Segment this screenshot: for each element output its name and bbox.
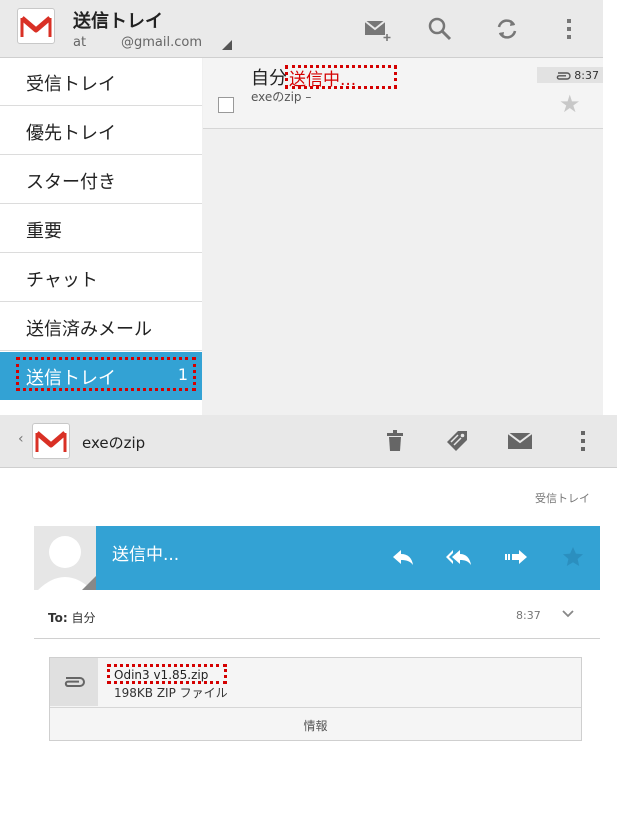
reply-all-icon[interactable] <box>442 540 476 574</box>
message-subject: exeのzip <box>82 434 146 452</box>
highlight-annotation <box>107 664 227 684</box>
message-time-badge: 8:37 <box>537 67 603 83</box>
outbox-screen: 送信トレイ at @gmail.com 受信トレイ 優先トレイ スター付き 重要… <box>0 0 603 452</box>
account-domain: @gmail.com <box>121 35 203 50</box>
star-icon[interactable] <box>556 540 590 574</box>
nav-item-chat[interactable]: チャット <box>0 254 202 302</box>
back-icon[interactable]: ‹ <box>18 431 24 447</box>
message-header: 送信中... <box>34 526 600 590</box>
gmail-logo-icon[interactable] <box>32 423 70 459</box>
star-icon[interactable]: ★ <box>559 90 581 118</box>
nav-item-label: 重要 <box>26 221 62 242</box>
message-time: 8:37 <box>516 609 541 622</box>
folder-nav: 受信トレイ 優先トレイ スター付き 重要 チャット 送信済みメール 送信トレイ … <box>0 58 202 452</box>
nav-item-label: チャット <box>26 270 98 291</box>
highlight-annotation <box>285 65 397 89</box>
account-name: at <box>73 35 87 50</box>
folder-label[interactable]: 受信トレイ <box>535 490 590 506</box>
recipient-line: To: 自分 <box>48 609 95 626</box>
overflow-menu-icon[interactable] <box>552 12 586 46</box>
message-sender: 自分 <box>251 68 287 89</box>
label-tag-icon[interactable] <box>440 424 474 458</box>
nav-item-starred[interactable]: スター付き <box>0 156 202 204</box>
message-status: 送信中... <box>112 545 180 565</box>
to-label: To: <box>48 611 68 625</box>
divider <box>50 707 581 708</box>
message-snippet: exeのzip – <box>251 90 312 104</box>
attachment-meta: 198KB ZIP ファイル <box>114 686 228 700</box>
message-list-item[interactable]: 自分 送信中... exeのzip – 8:37 ★ <box>203 58 603 129</box>
select-checkbox[interactable] <box>218 97 234 113</box>
nav-item-important[interactable]: 重要 <box>0 205 202 253</box>
compose-icon[interactable] <box>360 12 394 46</box>
paperclip-icon <box>554 66 572 85</box>
overflow-menu-icon[interactable] <box>566 424 600 458</box>
search-icon[interactable] <box>423 12 457 46</box>
nav-item-inbox[interactable]: 受信トレイ <box>0 58 202 106</box>
page-title: 送信トレイ <box>73 11 163 32</box>
attachment-card[interactable]: Odin3 v1.85.zip 198KB ZIP ファイル 情報 <box>49 657 582 741</box>
nav-item-label: 優先トレイ <box>26 123 116 144</box>
mark-unread-icon[interactable] <box>503 424 537 458</box>
chevron-down-icon[interactable] <box>560 605 576 625</box>
account-dropdown-icon[interactable] <box>222 40 232 50</box>
nav-item-label: 受信トレイ <box>26 74 116 95</box>
paperclip-icon <box>50 658 98 706</box>
forward-icon[interactable] <box>499 540 533 574</box>
highlight-annotation <box>16 357 196 391</box>
nav-item-label: 送信済みメール <box>26 319 152 340</box>
gmail-logo-icon[interactable] <box>17 8 55 44</box>
avatar[interactable] <box>34 526 96 590</box>
nav-item-label: スター付き <box>26 172 116 193</box>
divider <box>34 638 600 639</box>
trash-icon[interactable] <box>378 424 412 458</box>
reply-icon[interactable] <box>386 540 420 574</box>
attachment-info-button[interactable]: 情報 <box>50 717 581 734</box>
nav-item-priority[interactable]: 優先トレイ <box>0 107 202 155</box>
refresh-icon[interactable] <box>490 12 524 46</box>
message-action-bar: ‹ exeのzip <box>0 415 617 468</box>
action-bar: 送信トレイ at @gmail.com <box>0 0 603 58</box>
message-time: 8:37 <box>574 68 599 82</box>
nav-item-sent[interactable]: 送信済みメール <box>0 303 202 351</box>
recipient-name[interactable]: 自分 <box>71 611 95 625</box>
